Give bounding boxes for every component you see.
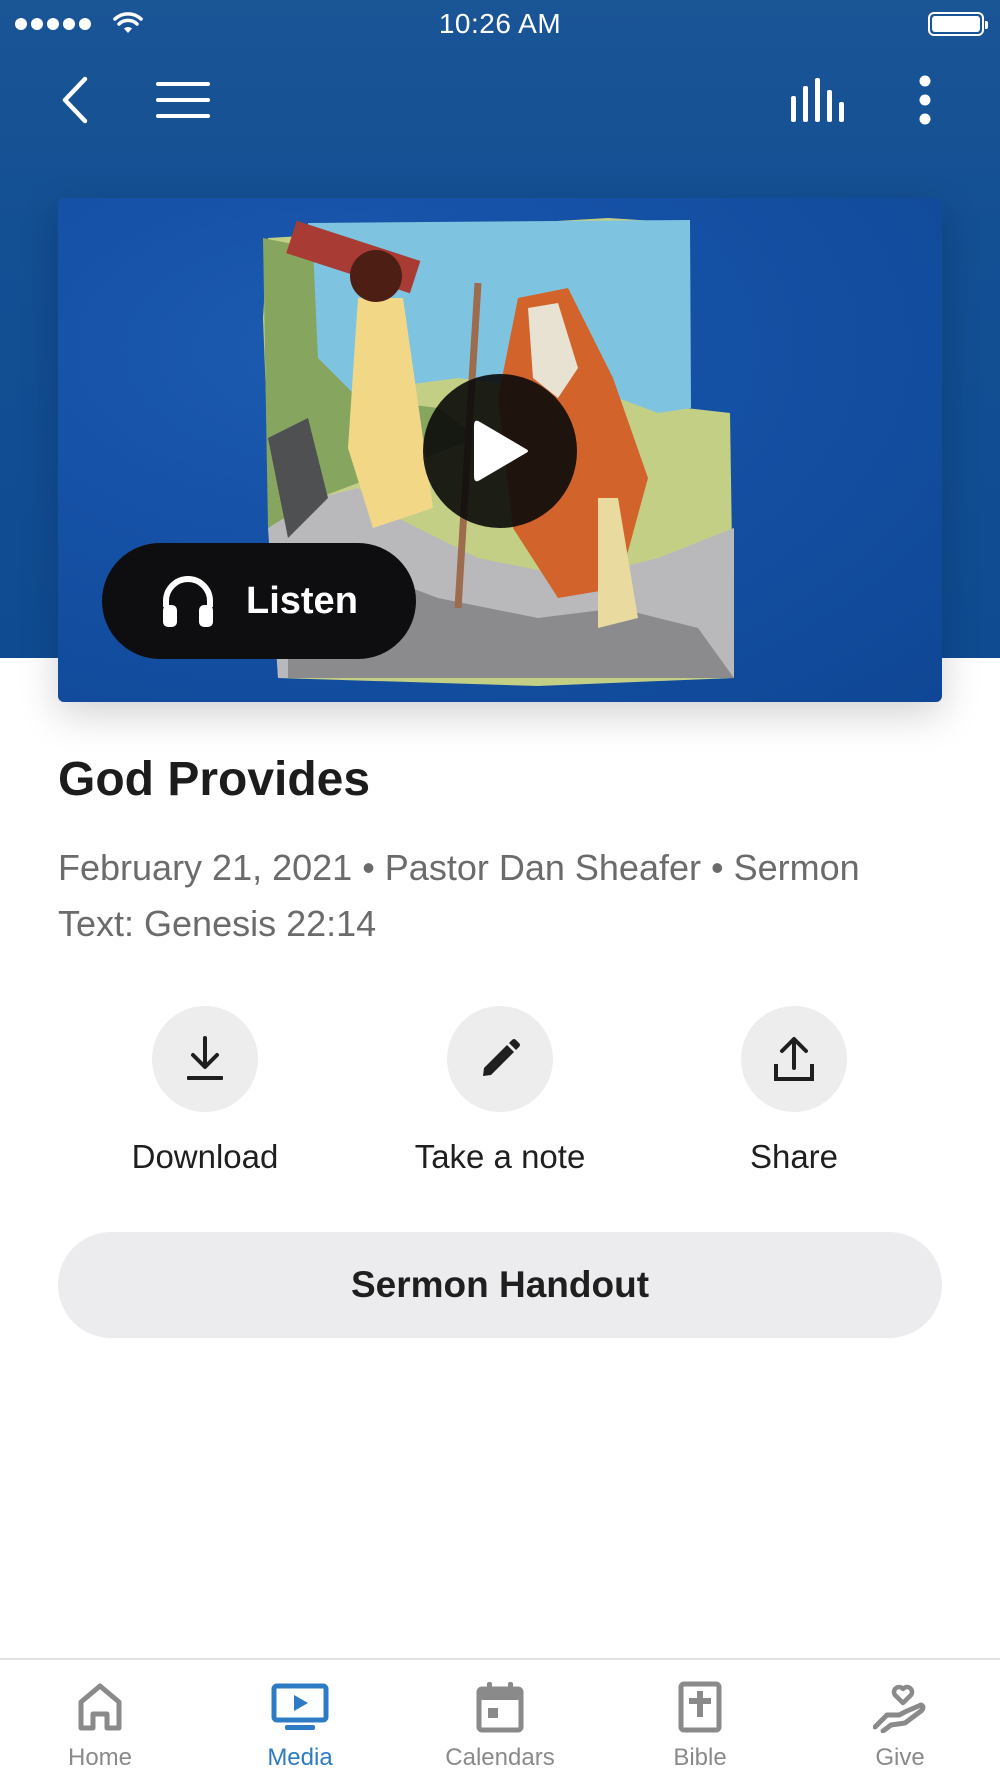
sermon-meta-line1: February 21, 2021 • Pastor Dan Sheafer •… <box>58 847 860 888</box>
battery-icon <box>928 12 988 36</box>
play-button[interactable] <box>423 374 577 528</box>
tab-give-label: Give <box>875 1744 925 1771</box>
tab-bible[interactable]: Bible <box>600 1660 800 1780</box>
sermon-title: God Provides <box>58 753 371 806</box>
chevron-left-icon <box>62 76 88 124</box>
calendar-icon <box>476 1682 524 1733</box>
sermon-handout-button[interactable]: Sermon Handout <box>58 1232 942 1338</box>
tab-give[interactable]: Give <box>800 1660 1000 1780</box>
sermon-scripture: Text: Genesis 22:14 <box>58 903 377 944</box>
status-time: 10:26 AM <box>438 8 562 39</box>
take-note-button[interactable]: Take a note <box>370 1006 630 1176</box>
home-icon <box>78 1683 122 1731</box>
share-circle <box>741 1006 847 1112</box>
tab-home[interactable]: Home <box>0 1660 200 1780</box>
pencil-icon <box>483 1039 520 1076</box>
download-icon <box>187 1036 223 1080</box>
menu-button[interactable] <box>150 70 216 130</box>
tab-home-label: Home <box>67 1744 133 1771</box>
share-icon <box>774 1037 814 1081</box>
take-note-circle <box>447 1006 553 1112</box>
more-options-button[interactable] <box>900 70 950 130</box>
download-circle <box>152 1006 258 1112</box>
tab-calendars[interactable]: Calendars <box>400 1660 600 1780</box>
status-bar: 10:26 AM <box>0 0 1000 50</box>
bible-icon <box>678 1681 722 1733</box>
audio-bars-icon <box>791 78 844 122</box>
media-icon <box>271 1683 329 1730</box>
tab-bar: Home Media Calendars Bible Give <box>0 1658 1000 1780</box>
back-button[interactable] <box>50 70 100 130</box>
share-label: Share <box>749 1138 839 1175</box>
take-note-label: Take a note <box>414 1138 586 1175</box>
sermon-meta: February 21, 2021 • Pastor Dan Sheafer •… <box>58 840 958 952</box>
hamburger-icon <box>156 82 210 118</box>
listen-label: Listen <box>246 579 358 622</box>
vertical-dots-icon <box>919 75 931 125</box>
headphones-icon <box>163 576 213 627</box>
share-button[interactable]: Share <box>664 1006 924 1176</box>
tab-media-label: Media <box>267 1744 333 1771</box>
download-label: Download <box>131 1138 279 1175</box>
give-icon <box>873 1684 926 1733</box>
tab-calendars-label: Calendars <box>445 1744 555 1771</box>
download-button[interactable]: Download <box>75 1006 335 1176</box>
play-icon <box>474 420 528 482</box>
tab-media[interactable]: Media <box>200 1660 400 1780</box>
tab-bible-label: Bible <box>673 1744 727 1771</box>
audio-player-button[interactable] <box>782 70 854 130</box>
listen-button[interactable]: Listen <box>102 543 416 659</box>
